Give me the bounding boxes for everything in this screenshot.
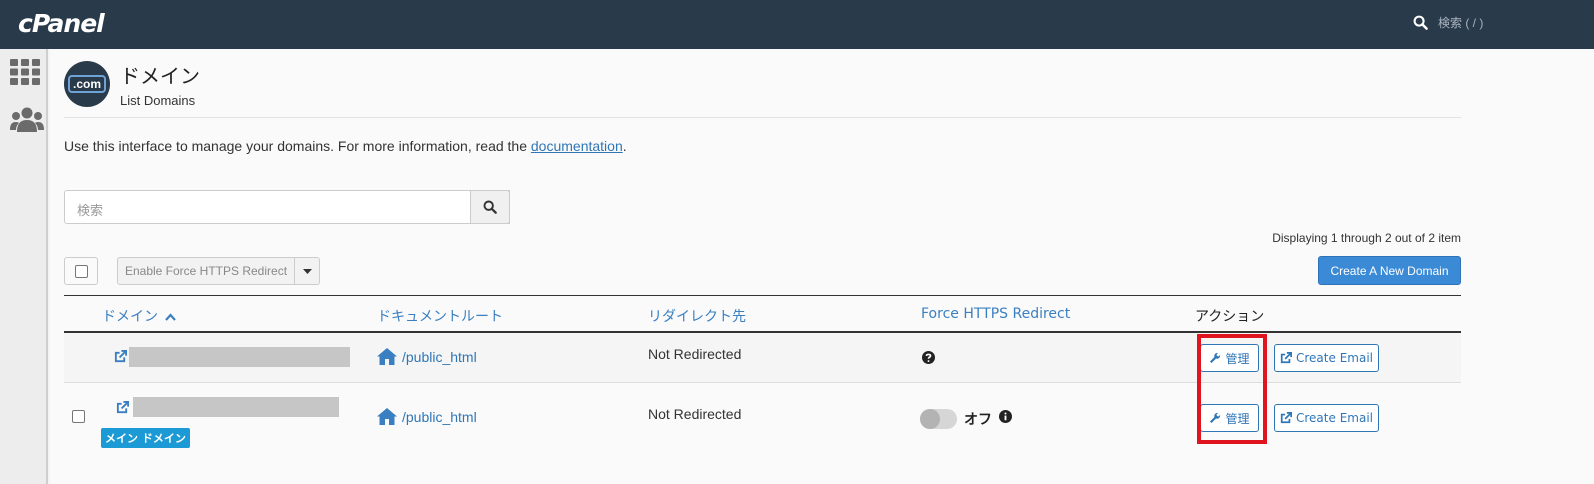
table-top-border [64, 295, 1461, 296]
users-icon[interactable] [10, 106, 44, 132]
search-icon [1413, 15, 1428, 30]
create-email-button[interactable]: Create Email [1274, 404, 1379, 432]
cpanel-logo[interactable]: cPanel [18, 9, 105, 38]
home-icon [377, 408, 397, 425]
question-circle-icon[interactable] [922, 351, 935, 364]
main-content: .com ドメイン List Domains Use this interfac… [50, 49, 1594, 484]
https-redirect-toggle[interactable] [920, 409, 957, 429]
row-checkbox[interactable] [72, 410, 85, 423]
column-header-https[interactable]: Force HTTPS Redirect [921, 306, 1070, 322]
external-link-icon [1280, 412, 1292, 424]
home-icon [377, 348, 397, 365]
search-input[interactable]: 検索 [64, 190, 510, 224]
redirect-status: Not Redirected [648, 346, 742, 362]
domain-icon: .com [64, 61, 110, 107]
info-circle-icon[interactable] [999, 410, 1012, 423]
sidebar [0, 49, 48, 484]
document-root-link[interactable]: /public_html [377, 348, 477, 365]
select-all-checkbox[interactable] [64, 257, 98, 285]
main-domain-badge: メイン ドメイン [101, 428, 190, 448]
column-header-docroot[interactable]: ドキュメントルート [377, 306, 503, 326]
external-link-icon[interactable] [114, 350, 127, 363]
caret-down-icon [302, 268, 312, 274]
grid-icon[interactable] [10, 59, 40, 85]
external-link-icon [1280, 352, 1292, 364]
page-title: ドメイン [120, 64, 200, 88]
sort-ascending-icon [165, 313, 177, 321]
column-header-actions: アクション [1195, 309, 1265, 325]
domain-name-redacted [129, 347, 350, 367]
header-divider [64, 117, 1461, 118]
intro-text: Use this interface to manage your domain… [64, 138, 627, 154]
manage-buttons-highlight [1197, 334, 1267, 444]
document-root-link[interactable]: /public_html [377, 408, 477, 425]
global-search-label: 検索 ( / ) [1438, 16, 1484, 30]
search-icon [483, 200, 497, 214]
https-toggle-state: オフ [964, 412, 992, 428]
pagination-info: Displaying 1 through 2 out of 2 item [1272, 231, 1461, 245]
top-bar: cPanel 検索 ( / ) [0, 0, 1594, 49]
column-header-redirect[interactable]: リダイレクト先 [648, 306, 746, 326]
search-button[interactable] [470, 190, 510, 224]
https-dropdown-toggle[interactable] [294, 257, 320, 285]
page-subtitle: List Domains [120, 93, 196, 108]
redirect-status: Not Redirected [648, 406, 742, 422]
global-search[interactable]: 検索 ( / ) [1413, 14, 1483, 31]
domain-name-redacted [133, 397, 339, 417]
create-email-button[interactable]: Create Email [1274, 344, 1379, 372]
enable-https-redirect-button[interactable]: Enable Force HTTPS Redirect [117, 257, 294, 285]
column-header-domain[interactable]: ドメイン [102, 306, 177, 326]
documentation-link[interactable]: documentation [531, 138, 623, 154]
create-new-domain-button[interactable]: Create A New Domain [1318, 256, 1461, 285]
external-link-icon[interactable] [116, 401, 129, 414]
